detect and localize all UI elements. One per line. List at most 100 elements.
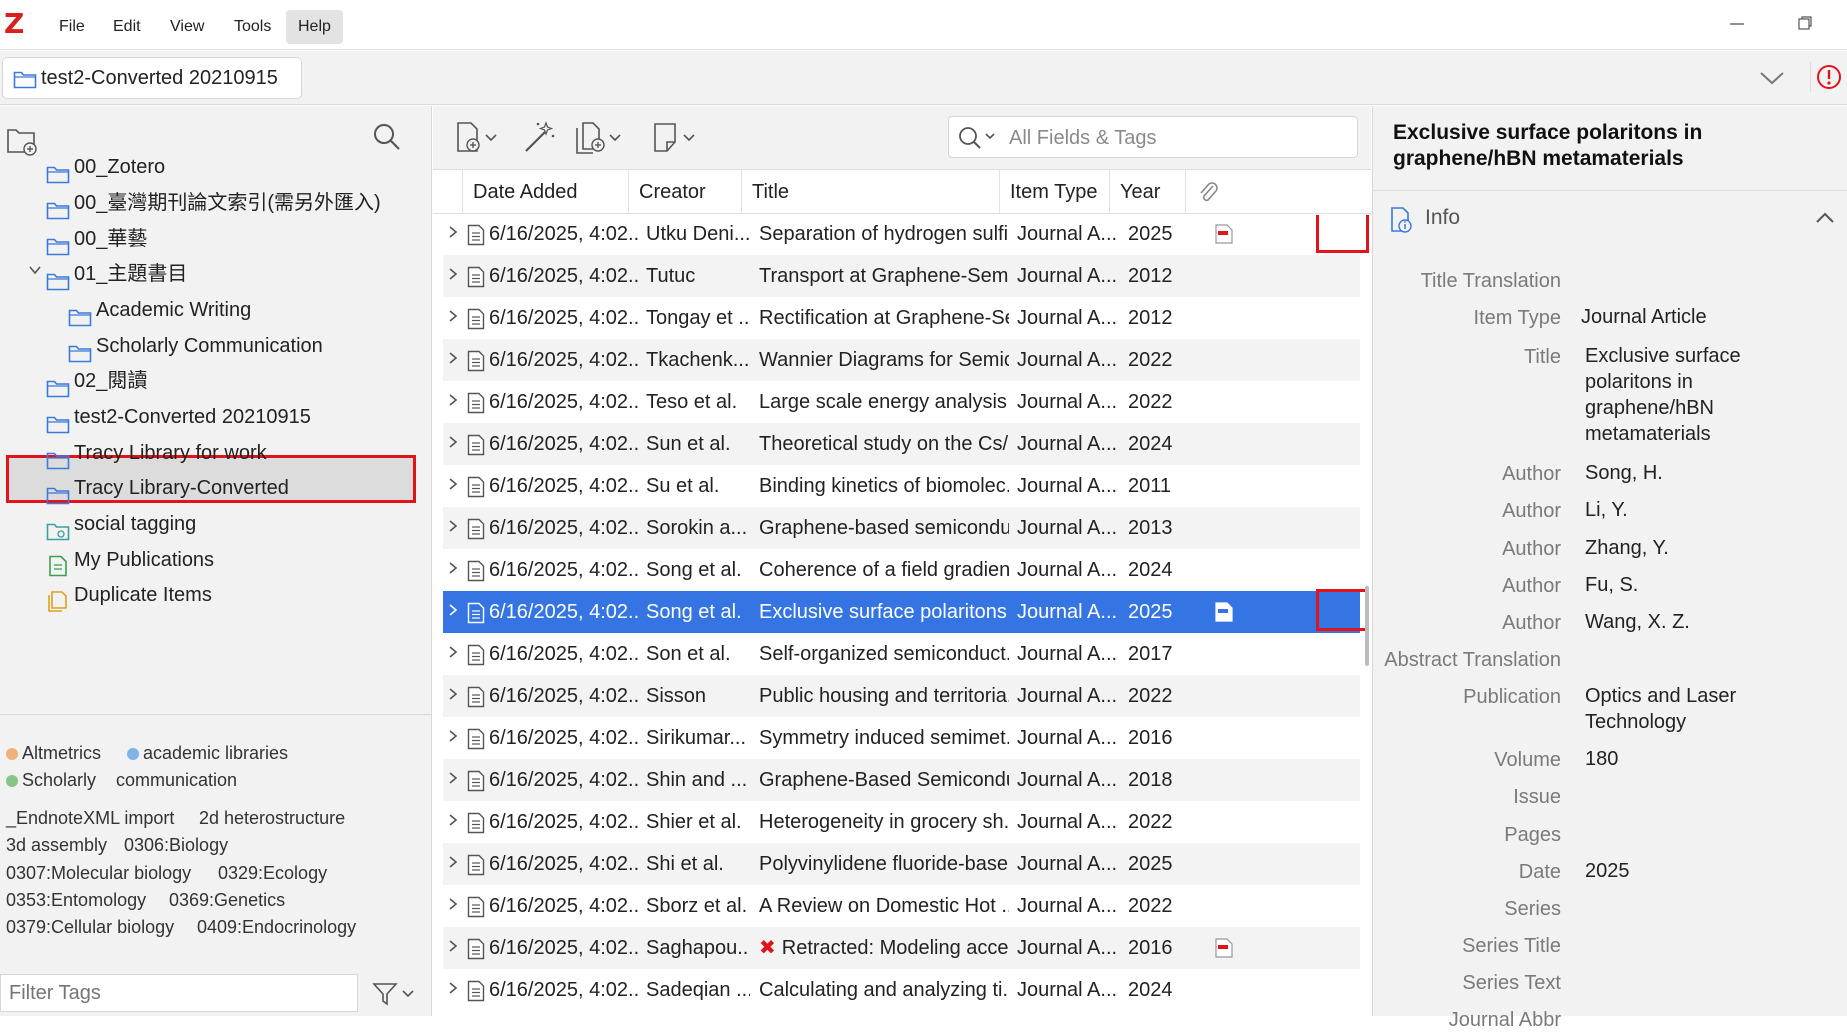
tag-item[interactable]: 2d heterostructure [199, 808, 345, 829]
journal-article-icon [467, 770, 485, 792]
column-attachments[interactable] [1186, 170, 1233, 214]
search-input[interactable]: All Fields & Tags [948, 116, 1358, 158]
field-value[interactable]: Exclusive surface polaritons in graphene… [1585, 343, 1815, 447]
row-twisty[interactable] [447, 759, 459, 801]
item-row[interactable]: 6/16/2025, 4:02... Shi et al. Polyvinylide… [443, 843, 1360, 885]
item-row[interactable]: 6/16/2025, 4:02... Utku Deni... Separation… [443, 215, 1360, 255]
colored-tag[interactable]: academic libraries [127, 743, 288, 764]
item-row[interactable]: 6/16/2025, 4:02... Tutuc Transport at Grap… [443, 255, 1360, 297]
item-row[interactable]: 6/16/2025, 4:02... Son et al. Self-organiz… [443, 633, 1360, 675]
item-row[interactable]: 6/16/2025, 4:02... Saghapou... ✖ Retracted:… [443, 927, 1360, 969]
item-year: 2016 [1128, 727, 1173, 749]
item-year: 2022 [1128, 685, 1173, 707]
item-row[interactable]: 6/16/2025, 4:02... Song et al. Exclusive s… [443, 591, 1360, 633]
row-twisty[interactable] [447, 927, 459, 969]
column-creator[interactable]: Creator [629, 170, 742, 214]
add-by-identifier-button[interactable] [521, 120, 557, 156]
colored-tag[interactable]: communication [116, 770, 237, 791]
new-collection-button[interactable] [6, 124, 40, 158]
items-scrollbar[interactable] [1365, 586, 1369, 666]
colored-tag[interactable]: Scholarly [6, 770, 96, 791]
tag-item[interactable]: 0329:Ecology [218, 863, 327, 884]
field-value[interactable]: Fu, S. [1585, 572, 1815, 598]
field-value[interactable]: Zhang, Y. [1585, 535, 1815, 561]
field-value[interactable]: 2025 [1585, 858, 1815, 884]
item-row[interactable]: 6/16/2025, 4:02... Shier et al. Heterogene… [443, 801, 1360, 843]
row-twisty[interactable] [447, 675, 459, 717]
tag-item[interactable]: 0409:Endocrinology [197, 917, 356, 938]
collection-duplicate-items[interactable]: Duplicate Items [38, 574, 418, 616]
minimize-button[interactable] [1717, 10, 1757, 40]
column-item-type[interactable]: Item Type [1000, 170, 1110, 214]
tag-item[interactable]: _EndnoteXML import [6, 808, 174, 829]
row-twisty[interactable] [447, 885, 459, 927]
item-row[interactable]: 6/16/2025, 4:02... Sborz et al. A Review o… [443, 885, 1360, 927]
field-value[interactable]: 180 [1585, 746, 1815, 772]
new-item-button[interactable] [453, 120, 503, 156]
colored-tag[interactable]: Altmetrics [6, 743, 101, 764]
item-row[interactable]: 6/16/2025, 4:02... Shin and ... Graphene-B… [443, 759, 1360, 801]
item-row[interactable]: 6/16/2025, 4:02... Tkachenk... Wannier Dia… [443, 339, 1360, 381]
item-row[interactable]: 6/16/2025, 4:02... Sisson Public housing a… [443, 675, 1360, 717]
tag-color-dot [127, 748, 139, 760]
row-twisty[interactable] [447, 255, 459, 297]
item-row[interactable]: 6/16/2025, 4:02... Sirikumar... Symmetry i… [443, 717, 1360, 759]
item-year: 2022 [1128, 349, 1173, 371]
item-row[interactable]: 6/16/2025, 4:02... Song et al. Coherence o… [443, 549, 1360, 591]
column-date-added[interactable]: Date Added [463, 170, 629, 214]
tab-bar: test2-Converted 20210915 [0, 51, 1847, 105]
add-attachment-button[interactable] [573, 120, 633, 156]
tag-item[interactable]: 3d assembly [6, 835, 107, 856]
row-twisty[interactable] [447, 843, 459, 885]
tag-item[interactable]: 0379:Cellular biology [6, 917, 174, 938]
tag-item[interactable]: 0306:Biology [124, 835, 228, 856]
field-value[interactable]: Journal Article [1581, 304, 1811, 330]
tag-item[interactable]: 0353:Entomology [6, 890, 146, 911]
field-value[interactable]: Optics and Laser Technology [1585, 683, 1815, 735]
column-title[interactable]: Title [742, 170, 1000, 214]
item-row[interactable]: 6/16/2025, 4:02... Sun et al. Theoretical … [443, 423, 1360, 465]
row-twisty[interactable] [447, 423, 459, 465]
tabs-dropdown-button[interactable] [1755, 63, 1789, 93]
row-twisty[interactable] [447, 801, 459, 843]
collection-twisty[interactable] [28, 263, 42, 280]
journal-article-icon [467, 266, 485, 288]
row-twisty[interactable] [447, 549, 459, 591]
row-twisty[interactable] [447, 215, 459, 255]
menu-edit[interactable]: Edit [101, 10, 153, 44]
field-label: Issue [1513, 786, 1561, 808]
row-twisty[interactable] [447, 717, 459, 759]
menu-view[interactable]: View [158, 10, 216, 44]
row-twisty[interactable] [447, 969, 459, 1011]
restore-button[interactable] [1785, 10, 1825, 40]
field-value[interactable]: Song, H. [1585, 460, 1815, 486]
column-year[interactable]: Year [1110, 170, 1186, 214]
tag-item[interactable]: 0369:Genetics [169, 890, 285, 911]
tag-filter-input[interactable] [0, 974, 358, 1012]
field-value[interactable]: Wang, X. Z. [1585, 609, 1815, 635]
menu-file[interactable]: File [47, 10, 97, 44]
menu-help[interactable]: Help [286, 10, 343, 44]
row-twisty[interactable] [447, 297, 459, 339]
item-row[interactable]: 6/16/2025, 4:02... Sorokin a... Graphene-b… [443, 507, 1360, 549]
item-row[interactable]: 6/16/2025, 4:02... Sadeqian ... Calculatin… [443, 969, 1360, 1011]
row-twisty[interactable] [447, 591, 459, 633]
tab-library[interactable]: test2-Converted 20210915 [2, 57, 302, 99]
field-label: Title [1523, 346, 1561, 368]
item-row[interactable]: 6/16/2025, 4:02... Su et al. Binding kinet… [443, 465, 1360, 507]
info-collapse-button[interactable] [1813, 208, 1837, 228]
row-twisty[interactable] [447, 339, 459, 381]
item-row[interactable]: 6/16/2025, 4:02... Teso et al. Large scale… [443, 381, 1360, 423]
field-value[interactable]: Li, Y. [1585, 497, 1815, 523]
row-twisty[interactable] [447, 633, 459, 675]
row-twisty[interactable] [447, 507, 459, 549]
tag-actions-button[interactable] [370, 980, 420, 1008]
row-twisty[interactable] [447, 465, 459, 507]
sync-error-button[interactable] [1810, 62, 1841, 92]
tag-item[interactable]: 0307:Molecular biology [6, 863, 191, 884]
item-row[interactable]: 6/16/2025, 4:02... Tongay et ... Rectifica… [443, 297, 1360, 339]
item-type: Journal A... [1017, 559, 1118, 581]
row-twisty[interactable] [447, 381, 459, 423]
new-note-button[interactable] [651, 120, 707, 156]
menu-tools[interactable]: Tools [222, 10, 283, 44]
